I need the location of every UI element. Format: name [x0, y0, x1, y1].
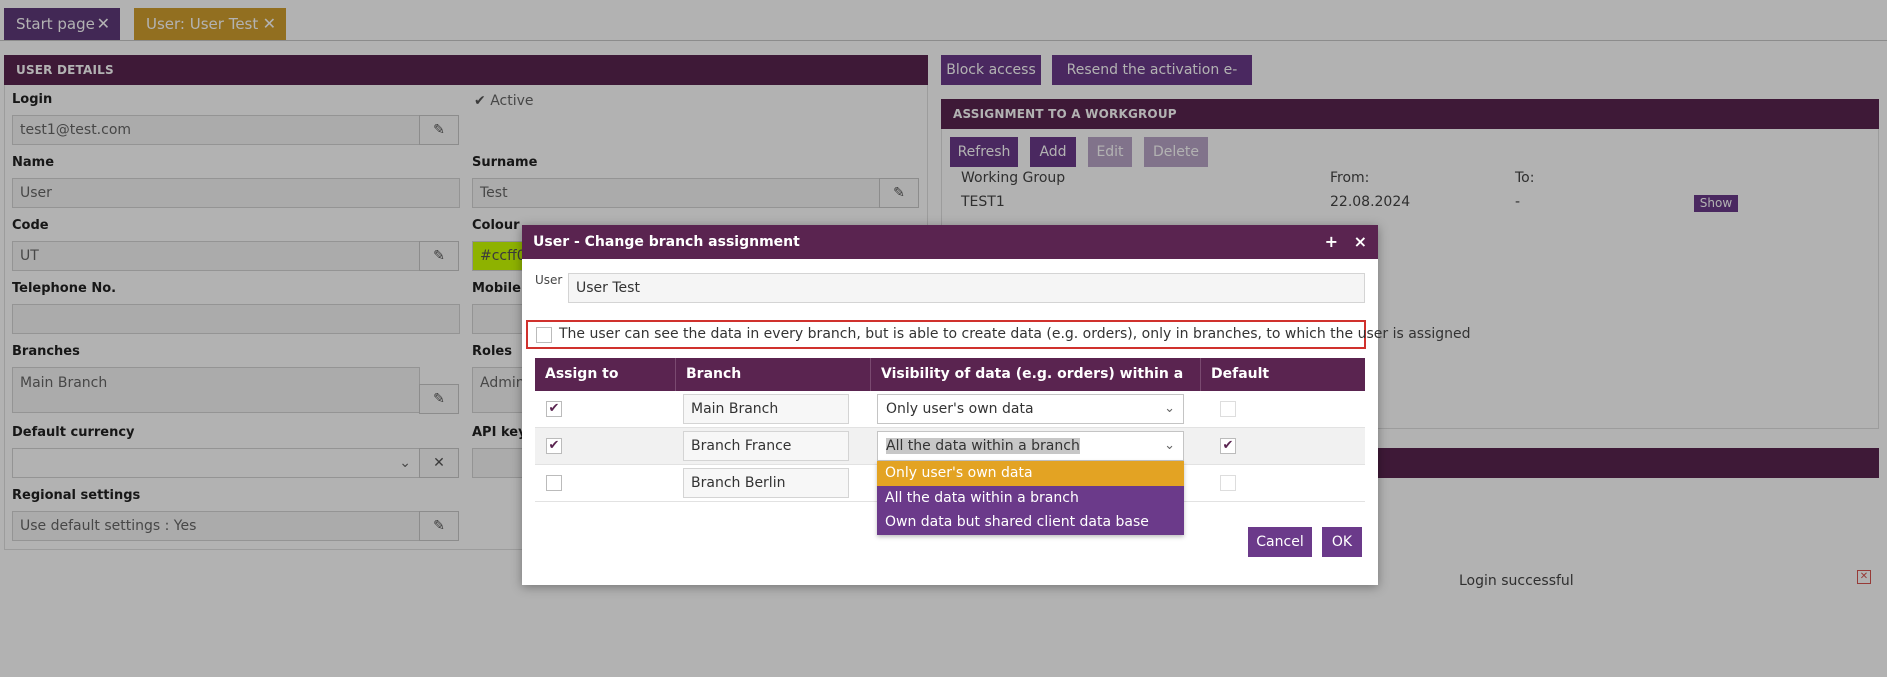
- col-branch: Branch: [676, 358, 871, 391]
- cancel-button[interactable]: Cancel: [1248, 527, 1312, 557]
- plus-icon[interactable]: +: [1325, 225, 1338, 259]
- col-visibility: Visibility of data (e.g. orders) within …: [871, 358, 1201, 415]
- col-assign: Assign to branch: [535, 358, 676, 415]
- table-row: ✔ Main Branch Only user's own data ⌄: [535, 391, 1365, 428]
- user-field: User Test: [568, 273, 1365, 303]
- visibility-select[interactable]: Only user's own data ⌄: [877, 394, 1184, 424]
- default-checkbox[interactable]: [1220, 401, 1236, 417]
- user-label: User: [535, 273, 563, 287]
- dropdown-option[interactable]: All the data within a branch: [877, 486, 1184, 511]
- branch-name: Branch Berlin: [683, 468, 849, 498]
- branch-grid-header: Assign to branch Branch Visibility of da…: [535, 358, 1365, 415]
- change-branch-dialog: User - Change branch assignment + × User…: [522, 225, 1471, 585]
- see-all-branches-option[interactable]: The user can see the data in every branc…: [526, 320, 1471, 349]
- branch-name: Branch France: [683, 431, 849, 461]
- table-row: ✔ Branch France All the data within a br…: [535, 428, 1365, 465]
- close-icon[interactable]: ×: [1354, 225, 1367, 259]
- visibility-value: All the data within a branch: [886, 438, 1080, 454]
- assign-checkbox[interactable]: ✔: [546, 401, 562, 417]
- dropdown-option[interactable]: Own data but shared client data base: [877, 510, 1184, 535]
- ok-button[interactable]: OK: [1322, 527, 1362, 557]
- default-checkbox[interactable]: [1220, 475, 1236, 491]
- col-default: Default department: [1211, 366, 1305, 415]
- default-checkbox[interactable]: ✔: [1220, 438, 1236, 454]
- chevron-down-icon: ⌄: [1164, 438, 1175, 453]
- visibility-value: Only user's own data: [886, 401, 1034, 417]
- assign-checkbox[interactable]: ✔: [546, 438, 562, 454]
- visibility-select[interactable]: All the data within a branch ⌄: [877, 431, 1184, 461]
- chevron-down-icon: ⌄: [1164, 401, 1175, 416]
- dropdown-option[interactable]: Only user's own data: [877, 461, 1184, 486]
- visibility-dropdown-menu: Only user's own data All the data within…: [877, 461, 1184, 535]
- branch-name: Main Branch: [683, 394, 849, 424]
- dialog-title: User - Change branch assignment: [533, 234, 800, 250]
- assign-checkbox[interactable]: [546, 475, 562, 491]
- see-all-branches-text: The user can see the data in every branc…: [559, 326, 1471, 342]
- see-all-branches-checkbox[interactable]: [536, 327, 552, 343]
- dialog-header: User - Change branch assignment + ×: [522, 225, 1378, 259]
